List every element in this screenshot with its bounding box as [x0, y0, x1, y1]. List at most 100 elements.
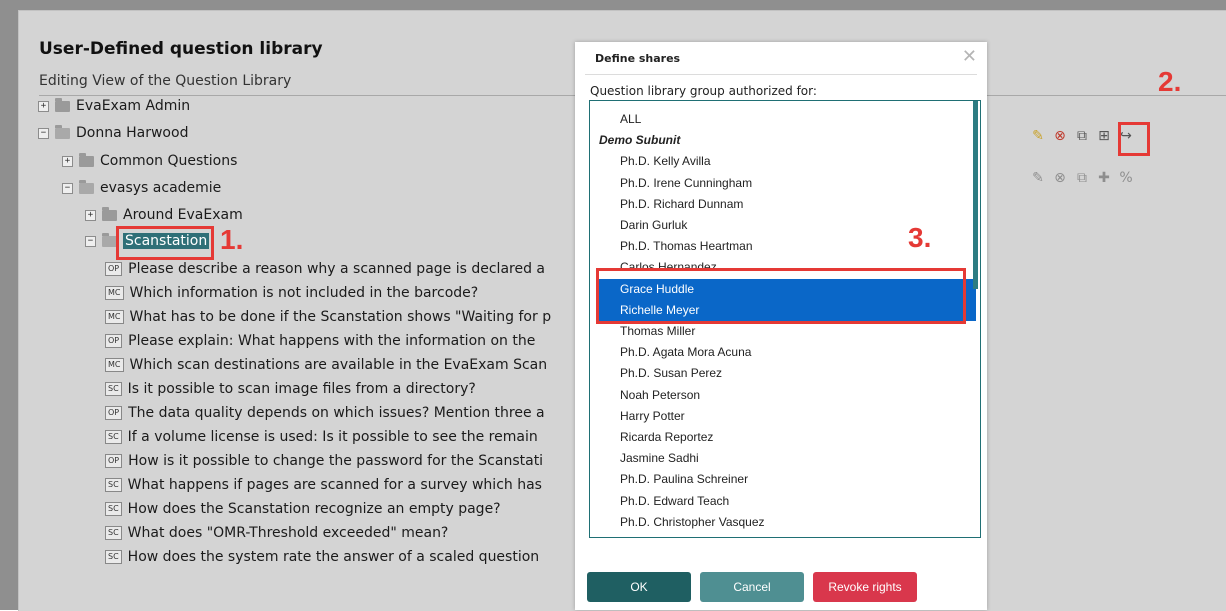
question-text: What does "OMR-Threshold exceeded" mean? [127, 525, 449, 541]
question-type-badge: SC [105, 502, 122, 516]
list-item[interactable]: SC What does "OMR-Threshold exceeded" mea… [105, 522, 448, 544]
question-type-badge: OP [105, 454, 123, 468]
page-subtitle: Editing View of the Question Library [39, 73, 292, 89]
tree-node-label: Common Questions [100, 153, 238, 169]
step-marker-1: 1. [220, 224, 244, 255]
list-item[interactable]: Jasmine Sadhi [620, 448, 980, 469]
cancel-button[interactable]: Cancel [700, 572, 804, 602]
dialog-divider [585, 74, 977, 75]
question-type-badge: MC [105, 286, 124, 300]
question-type-badge: SC [105, 526, 122, 540]
question-type-badge: MC [105, 358, 124, 372]
question-text: Please describe a reason why a scanned p… [128, 261, 545, 277]
question-text: What happens if pages are scanned for a … [127, 477, 542, 493]
copy-icon[interactable]: ⧉ [1074, 170, 1090, 186]
list-item[interactable]: SC If a volume license is used: Is it pos… [105, 426, 538, 448]
expand-icon[interactable]: + [62, 155, 73, 167]
highlight-box-selected-users [596, 268, 966, 324]
folder-open-icon [79, 179, 94, 194]
scrollbar[interactable] [973, 101, 978, 289]
comment-add-icon[interactable]: ✚ [1096, 170, 1112, 186]
tree-node-label: Around EvaExam [123, 207, 243, 223]
folder-icon [102, 206, 117, 221]
question-type-badge: SC [105, 382, 122, 396]
dialog-title: Define shares [595, 52, 681, 65]
list-item[interactable]: Ph.D. Susan Perez [620, 363, 980, 384]
question-type-badge: MC [105, 310, 124, 324]
page-title: User-Defined question library [39, 39, 323, 59]
folder-open-icon [102, 232, 117, 247]
tree-node-evasys[interactable]: − evasys academie [62, 177, 221, 199]
cancel-circle-icon[interactable]: ⊗ [1052, 128, 1068, 144]
collapse-icon[interactable]: − [62, 182, 73, 194]
step-marker-3: 3. [908, 222, 932, 253]
list-item[interactable]: Ph.D. Irene Cunningham [620, 173, 980, 194]
collapse-icon[interactable]: − [38, 127, 49, 139]
revoke-rights-button[interactable]: Revoke rights [813, 572, 917, 602]
list-item[interactable]: Ph.D. Edward Teach [620, 491, 980, 512]
list-item[interactable]: MC What has to be done if the Scanstation… [105, 306, 551, 328]
question-text: Is it possible to scan image files from … [127, 381, 476, 397]
list-item[interactable]: OP How is it possible to change the passw… [105, 450, 543, 472]
copy-icon[interactable]: ⧉ [1074, 128, 1090, 144]
question-text: What has to be done if the Scanstation s… [129, 309, 552, 325]
tree-node-label: Donna Harwood [76, 125, 189, 141]
question-text: The data quality depends on which issues… [128, 405, 545, 421]
list-item[interactable]: ALL [620, 109, 980, 130]
ok-button[interactable]: OK [587, 572, 691, 602]
folder-open-icon [55, 124, 70, 139]
list-item[interactable]: Ph.D. Christopher Vasquez [620, 512, 980, 533]
list-item[interactable]: OP Please explain: What happens with the … [105, 330, 535, 352]
question-type-badge: SC [105, 550, 122, 564]
close-icon[interactable]: ✕ [962, 46, 977, 67]
group-header[interactable]: Demo Subunit [599, 130, 979, 151]
question-text: Which information is not included in the… [129, 285, 479, 301]
question-text: How is it possible to change the passwor… [128, 453, 544, 469]
pencil-icon[interactable]: ✎ [1030, 170, 1046, 186]
tree-node-around[interactable]: + Around EvaExam [85, 204, 243, 226]
group-header[interactable]: Medicine [599, 533, 979, 537]
percent-icon[interactable]: % [1118, 170, 1134, 186]
list-item[interactable]: Thomas Miller [620, 321, 980, 342]
list-item[interactable]: Ph.D. Kelly Avilla [620, 151, 980, 172]
list-item[interactable]: Noah Peterson [620, 385, 980, 406]
highlight-box-share [1118, 122, 1150, 156]
list-item[interactable]: SC How does the Scanstation recognize an … [105, 498, 501, 520]
question-text: Please explain: What happens with the in… [128, 333, 536, 349]
folder-icon [79, 152, 94, 167]
tree-node-label: EvaExam Admin [76, 98, 191, 114]
list-item[interactable]: Ph.D. Agata Mora Acuna [620, 342, 980, 363]
collapse-icon[interactable]: − [85, 235, 96, 247]
list-item[interactable]: Ricarda Reportez [620, 427, 980, 448]
list-item[interactable]: OP Please describe a reason why a scanned… [105, 258, 545, 280]
tree-node-common[interactable]: + Common Questions [62, 150, 237, 172]
expand-icon[interactable]: + [85, 209, 96, 221]
list-item[interactable]: MC Which information is not included in t… [105, 282, 478, 304]
tree-node-donna[interactable]: − Donna Harwood [38, 122, 188, 144]
cancel-circle-icon[interactable]: ⊗ [1052, 170, 1068, 186]
list-item[interactable]: SC What happens if pages are scanned for … [105, 474, 542, 496]
list-item[interactable]: SC How does the system rate the answer of… [105, 546, 539, 568]
highlight-box-scanstation [116, 226, 214, 260]
step-marker-2: 2. [1158, 66, 1182, 97]
list-item[interactable]: Ph.D. Paulina Schreiner [620, 469, 980, 490]
folder-move-icon[interactable]: ⊞ [1096, 128, 1112, 144]
question-text: If a volume license is used: Is it possi… [127, 429, 538, 445]
question-text: How does the Scanstation recognize an em… [127, 501, 501, 517]
question-type-badge: SC [105, 430, 122, 444]
list-item[interactable]: MC Which scan destinations are available … [105, 354, 547, 376]
list-item[interactable]: SC Is it possible to scan image files fro… [105, 378, 476, 400]
list-item[interactable]: Harry Potter [620, 406, 980, 427]
define-shares-dialog: Define shares ✕ Question library group a… [575, 42, 987, 610]
question-text: Which scan destinations are available in… [129, 357, 548, 373]
pencil-icon[interactable]: ✎ [1030, 128, 1046, 144]
list-item[interactable]: Ph.D. Richard Dunnam [620, 194, 980, 215]
tree-node-admin[interactable]: + EvaExam Admin [38, 95, 190, 117]
question-type-badge: OP [105, 334, 123, 348]
expand-icon[interactable]: + [38, 100, 49, 112]
tree-node-label: evasys academie [100, 180, 222, 196]
list-item[interactable]: OP The data quality depends on which issu… [105, 402, 545, 424]
question-text: How does the system rate the answer of a… [127, 549, 540, 565]
authorized-label: Question library group authorized for: [590, 84, 817, 98]
folder-icon [55, 97, 70, 112]
